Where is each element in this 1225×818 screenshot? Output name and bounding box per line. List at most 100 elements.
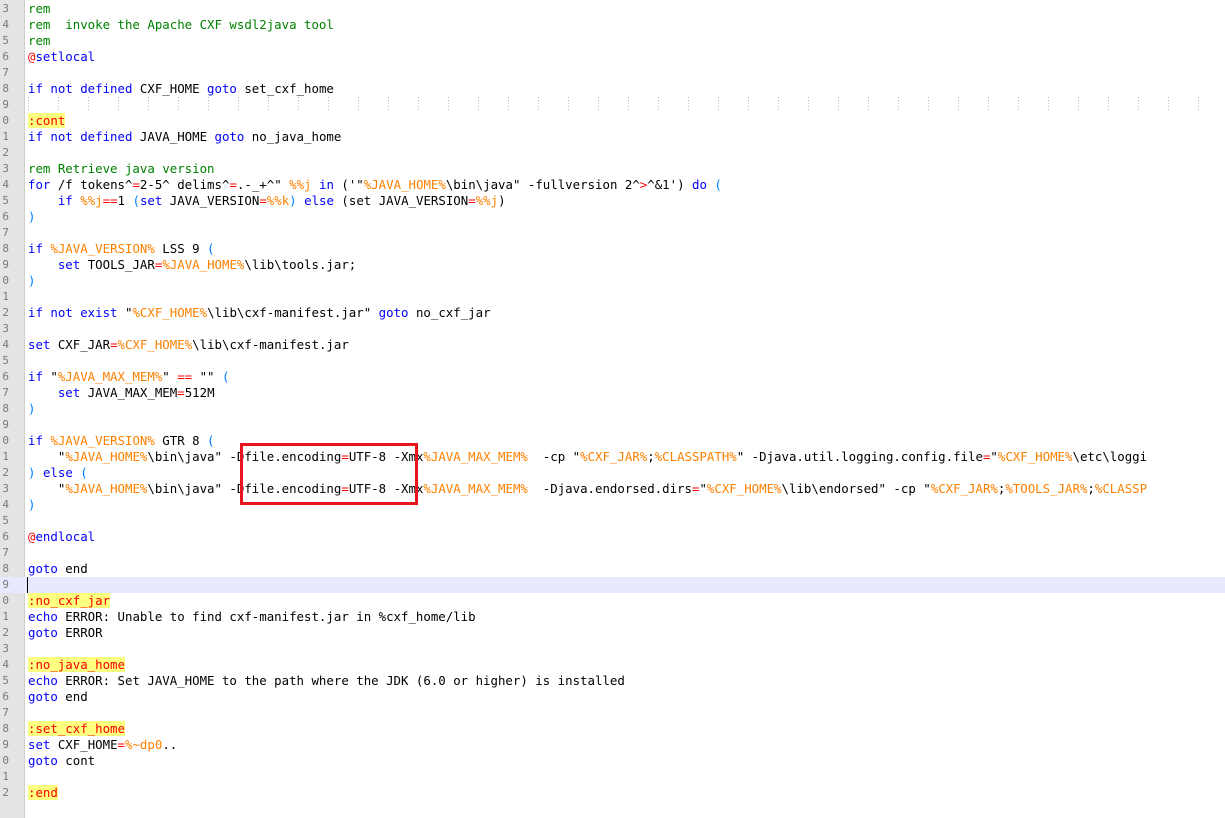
- keyword-token: goto: [28, 625, 58, 640]
- keyword-token: echo: [28, 609, 58, 624]
- line-number: 6: [2, 50, 9, 63]
- code-line[interactable]: 2) else (: [0, 465, 1225, 481]
- line-number: 7: [2, 386, 9, 399]
- code-line[interactable]: 9: [0, 577, 1225, 593]
- line-code: ) else (: [28, 465, 88, 481]
- variable-token: %JAVA_VERSION%: [50, 433, 155, 448]
- text-token: JAVA_HOME: [132, 129, 215, 144]
- line-code: :no_java_home: [28, 657, 125, 673]
- line-number: 1: [2, 450, 9, 463]
- line-number: 5: [2, 514, 9, 527]
- code-line[interactable]: 2: [0, 145, 1225, 161]
- code-line[interactable]: 3 "%JAVA_HOME%\bin\java" -Dfile.encoding…: [0, 481, 1225, 497]
- code-line[interactable]: 0 if %JAVA_VERSION% GTR 8 (: [0, 433, 1225, 449]
- code-line[interactable]: 7: [0, 545, 1225, 561]
- text-token: "": [192, 369, 222, 384]
- text-token: LSS 9: [154, 241, 208, 256]
- line-number: 3: [2, 2, 9, 15]
- code-line[interactable]: 3 rem: [0, 1, 1225, 17]
- text-token: JAVA_VERSION: [162, 193, 260, 208]
- code-line[interactable]: 9 set CXF_HOME=%~dp0..: [0, 737, 1225, 753]
- code-line[interactable]: 0): [0, 273, 1225, 289]
- code-line[interactable]: 1 "%JAVA_HOME%\bin\java" -Dfile.encoding…: [0, 449, 1225, 465]
- code-line[interactable]: 1 echo ERROR: Unable to find cxf-manifest…: [0, 609, 1225, 625]
- code-line[interactable]: 4 set CXF_JAR=%CXF_HOME%\lib\cxf-manifest…: [0, 337, 1225, 353]
- code-line[interactable]: 7: [0, 65, 1225, 81]
- code-line[interactable]: 3: [0, 641, 1225, 657]
- text-token: ERROR: [57, 625, 103, 640]
- text-token: ERROR: Set JAVA_HOME to the path where t…: [57, 673, 625, 688]
- code-line[interactable]: 8): [0, 401, 1225, 417]
- text-token: CXF_HOME: [132, 81, 208, 96]
- code-line[interactable]: 1 if not defined JAVA_HOME goto no_java_h…: [0, 129, 1225, 145]
- code-line[interactable]: 0:cont: [0, 113, 1225, 129]
- code-line[interactable]: 5: [0, 513, 1225, 529]
- code-line[interactable]: 0:no_cxf_jar: [0, 593, 1225, 609]
- code-line[interactable]: 0 goto cont: [0, 753, 1225, 769]
- keyword-token: if: [28, 369, 43, 384]
- keyword-token: echo: [28, 673, 58, 688]
- text-token: ;: [1087, 481, 1095, 496]
- code-line[interactable]: 6): [0, 209, 1225, 225]
- code-line[interactable]: 8 goto end: [0, 561, 1225, 577]
- code-editor[interactable]: 3 rem 4 rem invoke the Apache CXF wsdl2java…: [0, 0, 1225, 818]
- bracket-token: (: [207, 241, 215, 256]
- code-line[interactable]: 8 if %JAVA_VERSION% LSS 9 (: [0, 241, 1225, 257]
- code-line[interactable]: 7 set JAVA_MAX_MEM=512M: [0, 385, 1225, 401]
- code-line[interactable]: 1: [0, 769, 1225, 785]
- line-number: 8: [2, 402, 9, 415]
- line-number: 9: [2, 258, 9, 271]
- bracket-token: ): [28, 401, 36, 416]
- text-token: ;: [647, 449, 655, 464]
- line-code: goto cont: [28, 753, 95, 769]
- line-number: 3: [2, 642, 9, 655]
- code-line[interactable]: 5 echo ERROR: Set JAVA_HOME to the path w…: [0, 673, 1225, 689]
- code-line[interactable]: 6 @setlocal: [0, 49, 1225, 65]
- code-line[interactable]: 4 rem invoke the Apache CXF wsdl2java too…: [0, 17, 1225, 33]
- code-line[interactable]: 1: [0, 289, 1225, 305]
- keyword-token: set: [57, 385, 81, 400]
- text-token: ERROR: Unable to find cxf-manifest.jar i…: [57, 609, 476, 624]
- code-line[interactable]: 6 goto end: [0, 689, 1225, 705]
- code-line[interactable]: 7: [0, 225, 1225, 241]
- label-token: :cont: [28, 113, 66, 128]
- line-number: 2: [2, 626, 9, 639]
- code-line[interactable]: 8:set_cxf_home: [0, 721, 1225, 737]
- line-code: :no_cxf_jar: [28, 593, 111, 609]
- text-token: end: [57, 689, 88, 704]
- code-line[interactable]: 5 rem: [0, 33, 1225, 49]
- code-line[interactable]: 3 rem Retrieve java version: [0, 161, 1225, 177]
- code-line[interactable]: 4): [0, 497, 1225, 513]
- code-line[interactable]: 6 @endlocal: [0, 529, 1225, 545]
- line-code: set JAVA_MAX_MEM=512M: [28, 385, 215, 401]
- code-line[interactable]: 9 set TOOLS_JAR=%JAVA_HOME%\lib\tools.ja…: [0, 257, 1225, 273]
- code-line[interactable]: 3: [0, 321, 1225, 337]
- code-line[interactable]: 8 if not defined CXF_HOME goto set_cxf_ho…: [0, 81, 1225, 97]
- text-token: no_cxf_jar: [408, 305, 491, 320]
- code-line[interactable]: 6 if "%JAVA_MAX_MEM%" == "" (: [0, 369, 1225, 385]
- code-line[interactable]: 9: [0, 417, 1225, 433]
- keyword-token: set: [139, 193, 163, 208]
- variable-token: %JAVA_HOME%: [65, 449, 148, 464]
- code-line[interactable]: 7: [0, 705, 1225, 721]
- code-line[interactable]: 5 if %%j==1 (set JAVA_VERSION=%%k) else …: [0, 193, 1225, 209]
- text-token: TOOLS_JAR: [80, 257, 155, 272]
- line-number: 5: [2, 194, 9, 207]
- code-line[interactable]: 4 for /f tokens^=2-5^ delims^=.-_+^" %%j …: [0, 177, 1225, 193]
- code-line[interactable]: 4:no_java_home: [0, 657, 1225, 673]
- line-code: ): [28, 273, 35, 289]
- line-number: 9: [2, 578, 9, 591]
- variable-token: %JAVA_MAX_MEM%: [57, 369, 163, 384]
- indent-guides: [28, 97, 1218, 111]
- code-line[interactable]: 2 goto ERROR: [0, 625, 1225, 641]
- variable-token: %JAVA_HOME%: [65, 481, 148, 496]
- keyword-token: if: [28, 433, 43, 448]
- text-token: ": [990, 449, 998, 464]
- code-line[interactable]: 2:end: [0, 785, 1225, 801]
- variable-token: %JAVA_MAX_MEM%: [423, 449, 528, 464]
- bracket-token: ): [28, 497, 36, 512]
- code-line[interactable]: 2 if not exist "%CXF_HOME%\lib\cxf-manife…: [0, 305, 1225, 321]
- line-code: echo ERROR: Set JAVA_HOME to the path wh…: [28, 673, 625, 689]
- line-code: set CXF_HOME=%~dp0..: [28, 737, 177, 753]
- code-line[interactable]: 5: [0, 353, 1225, 369]
